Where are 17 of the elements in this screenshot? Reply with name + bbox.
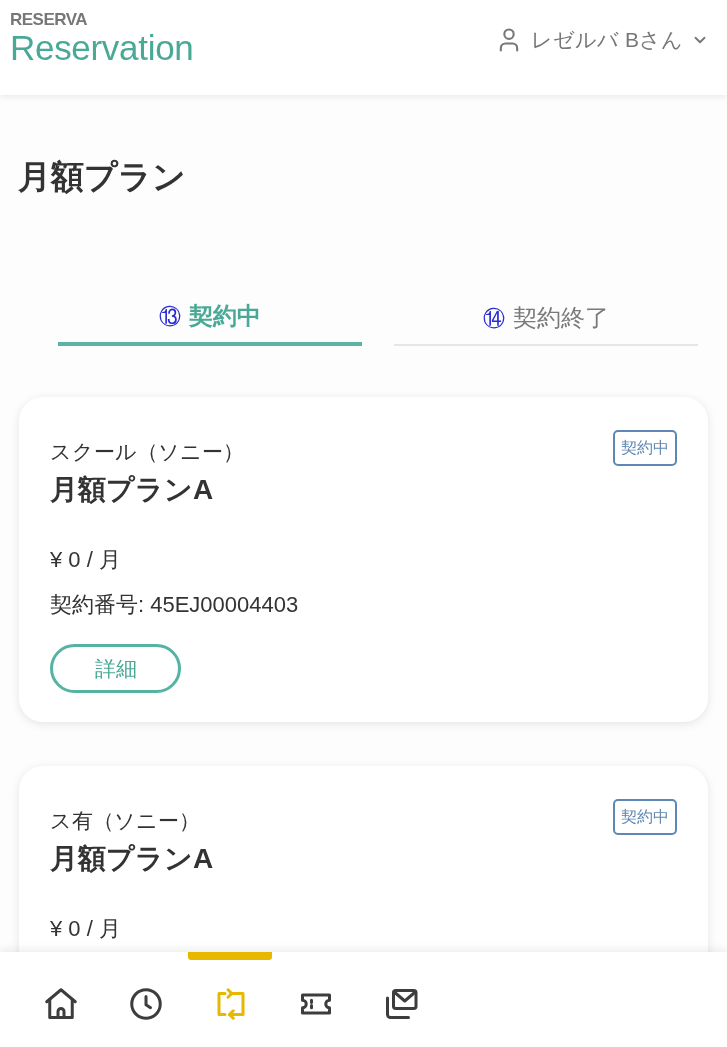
- tab[interactable]: ⑬ 契約中: [58, 290, 362, 346]
- status-badge: 契約中: [613, 799, 677, 835]
- plan-name: 月額プランA: [50, 842, 214, 876]
- plan-name: 月額プランA: [50, 473, 215, 507]
- plan-price: ¥ 0 / 月: [50, 915, 121, 943]
- page-title: 月額プラン: [18, 157, 186, 197]
- home-icon: [42, 985, 79, 1022]
- plan-price: ¥ 0 / 月: [50, 546, 121, 574]
- clock-icon: [127, 985, 164, 1022]
- contract-number: 契約番号: 45EJ00004403: [50, 591, 299, 619]
- user-menu[interactable]: レゼルバ Bさん: [495, 0, 727, 54]
- tab[interactable]: ⑭ 契約終了: [394, 290, 698, 346]
- logo-title: Reservation: [10, 29, 194, 67]
- provider-name: スクール（ソニー）: [50, 439, 244, 465]
- provider-name: ス有（ソニー）: [50, 808, 201, 834]
- logo-subtitle: RESERVA: [10, 10, 89, 29]
- status-badge: 契約中: [613, 430, 677, 466]
